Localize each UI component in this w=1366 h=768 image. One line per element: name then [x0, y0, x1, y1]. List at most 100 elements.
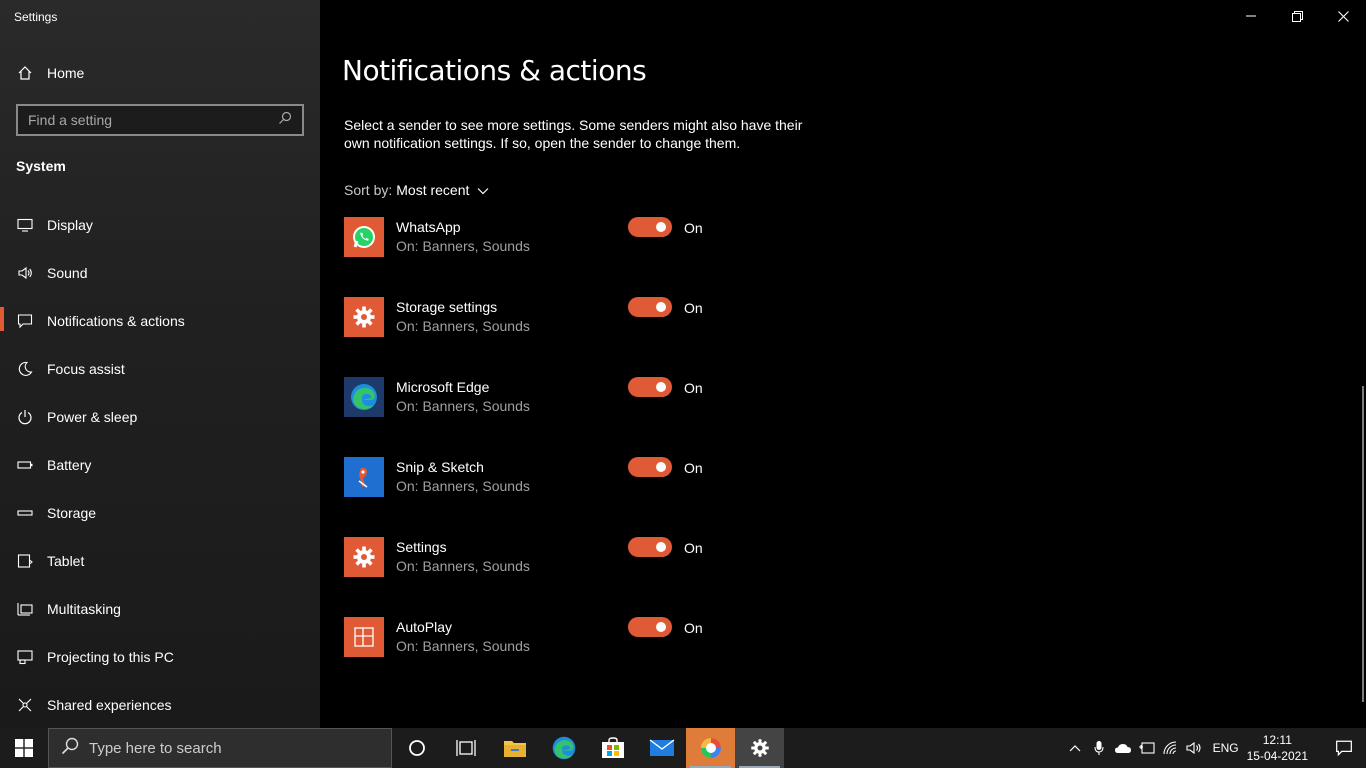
microphone-icon[interactable] [1087, 728, 1111, 768]
toggle-state: On [684, 300, 703, 316]
taskbar-search[interactable]: Type here to search [48, 728, 392, 768]
store-button[interactable] [588, 728, 637, 768]
sender-snip-sketch[interactable]: Snip & Sketch On: Banners, Sounds On [344, 457, 764, 537]
folder-icon [503, 741, 526, 757]
sort-label: Sort by: [344, 182, 393, 198]
search-icon[interactable] [278, 111, 292, 130]
clock-date: 15-04-2021 [1246, 749, 1308, 763]
sender-settings[interactable]: Settings On: Banners, Sounds On [344, 537, 764, 617]
sidebar-item-tablet[interactable]: Tablet [0, 537, 320, 585]
sender-whatsapp[interactable]: WhatsApp On: Banners, Sounds On [344, 217, 764, 297]
sidebar-item-display[interactable]: Display [0, 201, 320, 249]
notification-toggle[interactable] [628, 537, 672, 557]
home-icon [16, 64, 34, 82]
edge-icon [552, 736, 575, 760]
sidebar-item-sound[interactable]: Sound [0, 249, 320, 297]
section-title: System [16, 158, 66, 174]
sidebar-item-label: Display [47, 217, 93, 233]
volume-icon[interactable] [1183, 728, 1207, 768]
sidebar-item-label: Notifications & actions [47, 313, 185, 329]
notification-toggle[interactable] [628, 617, 672, 637]
sidebar-item-projecting[interactable]: Projecting to this PC [0, 633, 320, 681]
notification-toggle[interactable] [628, 217, 672, 237]
sort-by-control[interactable]: Sort by: Most recent [344, 182, 489, 198]
sidebar-item-label: Home [47, 65, 85, 81]
toggle-knob [656, 462, 666, 472]
find-setting-box[interactable] [16, 104, 304, 136]
action-center-button[interactable] [1322, 728, 1366, 768]
close-button[interactable] [1320, 0, 1366, 32]
taskbar: Type here to search ENG 12:11 15-04-2021 [0, 728, 1366, 768]
toggle-knob [656, 622, 666, 632]
sidebar-item-multitasking[interactable]: Multitasking [0, 585, 320, 633]
cortana-icon [408, 740, 425, 756]
gear-icon [344, 297, 384, 337]
sort-value[interactable]: Most recent [396, 182, 469, 198]
sender-name: WhatsApp [396, 219, 461, 235]
mail-button[interactable] [637, 728, 686, 768]
toggle-state: On [684, 380, 703, 396]
battery-tray-icon[interactable] [1135, 728, 1159, 768]
sender-status: On: Banners, Sounds [396, 238, 530, 254]
whatsapp-icon [344, 217, 384, 257]
sidebar-item-battery[interactable]: Battery [0, 441, 320, 489]
sender-status: On: Banners, Sounds [396, 398, 530, 414]
edge-taskbar-button[interactable] [539, 728, 588, 768]
page-title: Notifications & actions [342, 54, 647, 87]
monitor-icon [16, 216, 34, 234]
paint-app-button[interactable] [686, 728, 735, 768]
find-setting-input[interactable] [28, 112, 268, 128]
settings-taskbar-button[interactable] [735, 728, 784, 768]
shared-icon [16, 696, 34, 714]
cortana-button[interactable] [392, 728, 441, 768]
sender-name: Microsoft Edge [396, 379, 490, 395]
sender-status: On: Banners, Sounds [396, 638, 530, 654]
sidebar-item-home[interactable]: Home [0, 56, 320, 90]
minimize-button[interactable] [1228, 0, 1274, 32]
notification-toggle[interactable] [628, 377, 672, 397]
window-controls [1228, 0, 1366, 32]
sender-name: AutoPlay [396, 619, 453, 635]
sidebar-item-label: Storage [47, 505, 97, 521]
onedrive-icon[interactable] [1111, 728, 1135, 768]
sidebar-item-label: Projecting to this PC [47, 649, 174, 665]
wifi-icon[interactable] [1159, 728, 1183, 768]
sender-autoplay[interactable]: AutoPlay On: Banners, Sounds On [344, 617, 764, 697]
scrollbar[interactable] [1362, 386, 1364, 702]
restore-button[interactable] [1274, 0, 1320, 32]
toggle-state: On [684, 220, 703, 236]
task-view-button[interactable] [441, 728, 490, 768]
start-button[interactable] [0, 728, 48, 768]
toggle-state: On [684, 460, 703, 476]
chevron-down-icon[interactable] [477, 182, 489, 198]
storage-icon [16, 504, 34, 522]
sidebar-item-focus-assist[interactable]: Focus assist [0, 345, 320, 393]
speaker-icon [16, 264, 34, 282]
sidebar-item-label: Power & sleep [47, 409, 138, 425]
sender-status: On: Banners, Sounds [396, 478, 530, 494]
sidebar-item-shared-experiences[interactable]: Shared experiences [0, 681, 320, 729]
sidebar-item-label: Shared experiences [47, 697, 172, 713]
multitasking-icon [16, 600, 34, 618]
sender-microsoft-edge[interactable]: Microsoft Edge On: Banners, Sounds On [344, 377, 764, 457]
notification-toggle[interactable] [628, 297, 672, 317]
windows-icon [15, 739, 33, 757]
sidebar-item-label: Tablet [47, 553, 85, 569]
sidebar-item-storage[interactable]: Storage [0, 489, 320, 537]
clock-time: 12:11 [1262, 733, 1292, 747]
sidebar-nav: Display Sound Notifications & actions Fo… [0, 201, 320, 729]
gear-icon [750, 739, 769, 757]
sidebar-item-notifications[interactable]: Notifications & actions [0, 297, 320, 345]
show-hidden-icons-button[interactable] [1063, 728, 1087, 768]
autoplay-icon [344, 617, 384, 657]
sidebar-item-power-sleep[interactable]: Power & sleep [0, 393, 320, 441]
task-view-icon [455, 740, 476, 756]
notification-toggle[interactable] [628, 457, 672, 477]
file-explorer-button[interactable] [490, 728, 539, 768]
sender-storage-settings[interactable]: Storage settings On: Banners, Sounds On [344, 297, 764, 377]
sender-name: Settings [396, 539, 447, 555]
clock[interactable]: 12:11 15-04-2021 [1247, 732, 1308, 764]
projecting-icon [16, 648, 34, 666]
sender-list: WhatsApp On: Banners, Sounds On Storage … [344, 217, 764, 697]
language-indicator[interactable]: ENG [1213, 741, 1239, 755]
